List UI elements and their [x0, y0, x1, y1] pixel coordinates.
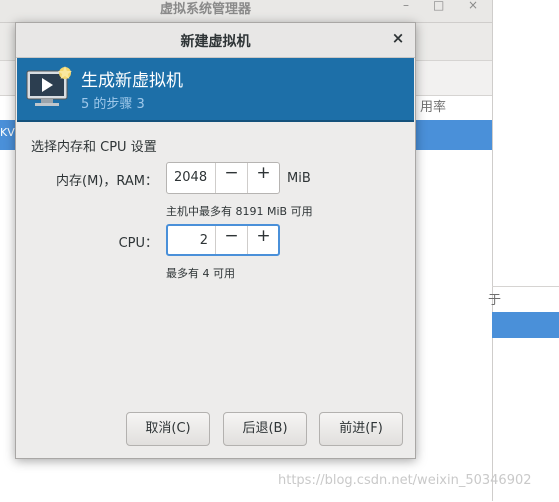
dialog-titlebar: 新建虚拟机 ×	[16, 23, 415, 58]
cpu-increment-button[interactable]: +	[247, 226, 279, 254]
cpu-spinner[interactable]: 2 − +	[166, 224, 280, 256]
new-vm-dialog: 新建虚拟机 × 生成新虚拟机 5 的步骤 3 选择内存和 CPU 设置 内存(M…	[15, 22, 416, 459]
memory-value[interactable]: 2048	[174, 163, 207, 193]
right-panel-divider	[492, 286, 559, 287]
dialog-close-icon[interactable]: ×	[390, 30, 406, 46]
right-panel-selected-row[interactable]	[492, 312, 559, 338]
cpu-decrement-button[interactable]: −	[215, 226, 247, 254]
background-right-panel	[492, 0, 559, 501]
vm-list-row-label: KV	[0, 126, 15, 139]
wizard-banner: 生成新虚拟机 5 的步骤 3	[17, 58, 414, 122]
forward-button[interactable]: 前进(F)	[319, 412, 403, 446]
watermark: https://blog.csdn.net/weixin_50346902	[278, 473, 532, 488]
cpu-label: CPU：	[118, 236, 158, 251]
memory-label: 内存(M)，RAM：	[56, 174, 158, 189]
virtual-machine-icon	[26, 66, 72, 106]
memory-spinner[interactable]: 2048 − +	[166, 162, 280, 194]
minimize-icon[interactable]: –	[403, 0, 409, 12]
memory-unit: MiB	[287, 171, 311, 186]
cancel-button[interactable]: 取消(C)	[126, 412, 210, 446]
memory-increment-button[interactable]: +	[247, 163, 279, 193]
maximize-icon[interactable]: □	[433, 0, 444, 12]
dialog-title: 新建虚拟机	[180, 34, 251, 50]
back-button[interactable]: 后退(B)	[223, 412, 307, 446]
cpu-hint: 最多有 4 可用	[166, 267, 235, 280]
memory-decrement-button[interactable]: −	[215, 163, 247, 193]
cpu-value[interactable]: 2	[168, 226, 208, 256]
close-icon[interactable]: ×	[468, 0, 478, 12]
right-panel-label: 于	[488, 293, 502, 308]
wizard-step-indicator: 5 的步骤 3	[81, 97, 145, 112]
wizard-title: 生成新虚拟机	[81, 71, 183, 91]
background-window-title: 虚拟系统管理器	[160, 2, 252, 17]
cpu-usage-column-header[interactable]: 用率	[420, 96, 446, 115]
memory-hint: 主机中最多有 8191 MiB 可用	[166, 205, 313, 218]
background-titlebar: 虚拟系统管理器 – □ ×	[0, 0, 492, 23]
section-heading: 选择内存和 CPU 设置	[31, 140, 157, 155]
